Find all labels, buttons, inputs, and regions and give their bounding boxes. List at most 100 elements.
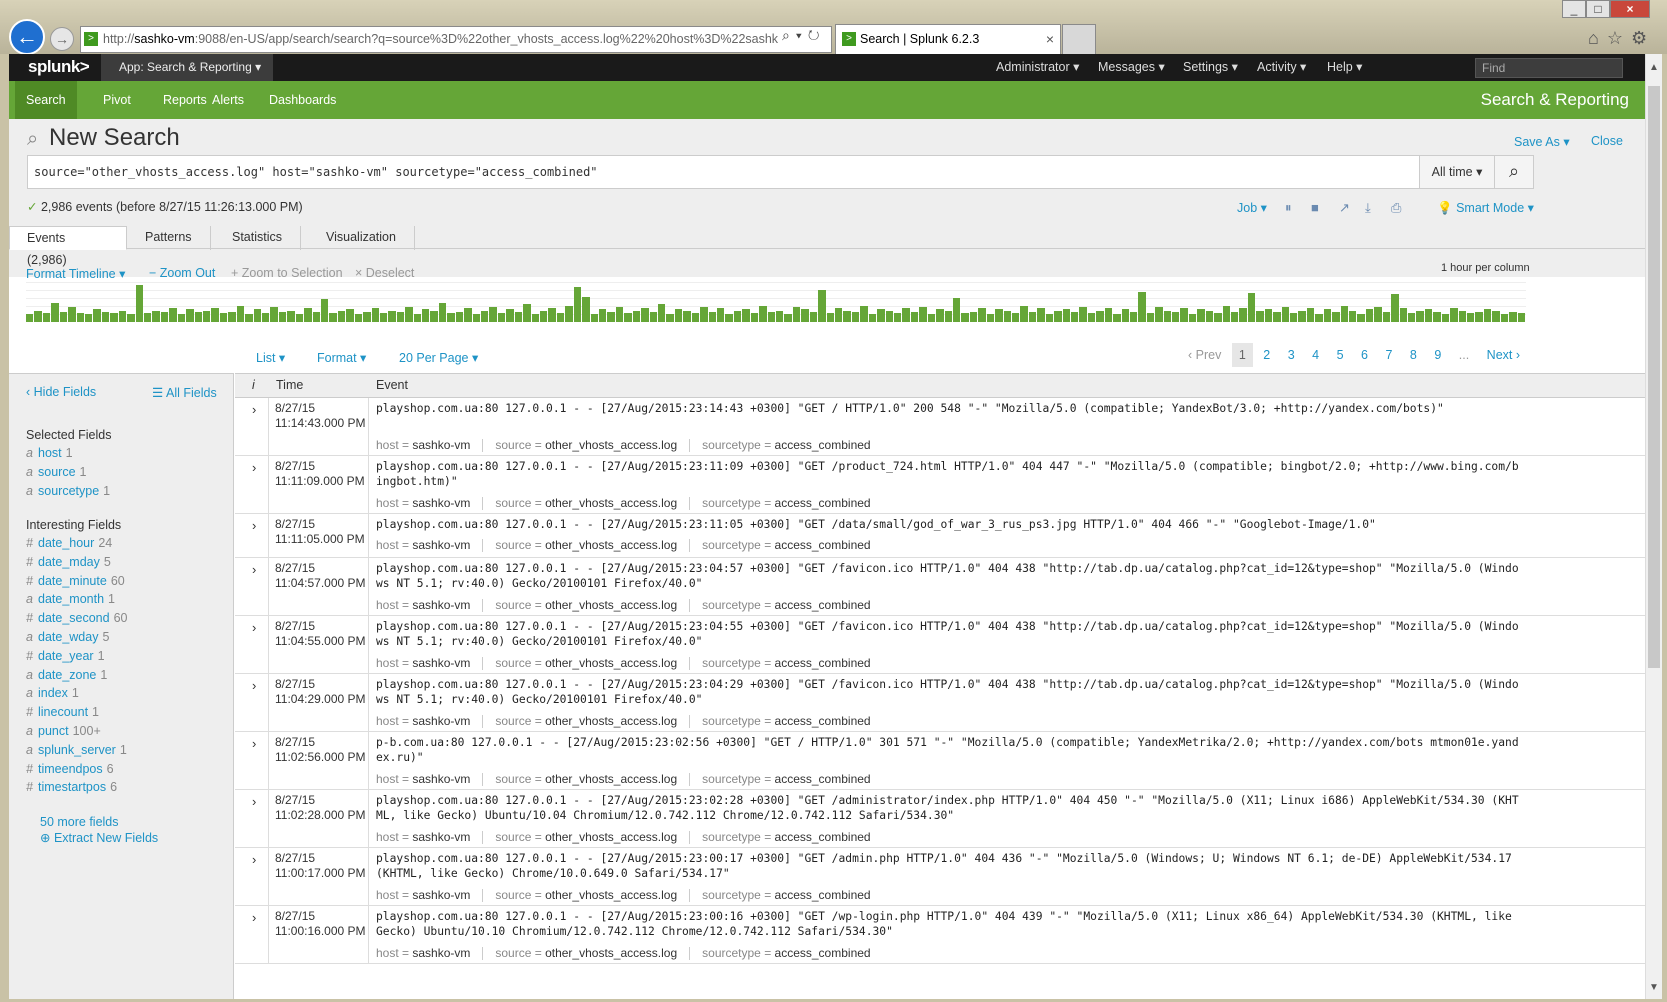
timeline-bar[interactable]: [438, 303, 447, 322]
timeline-bar[interactable]: [1104, 308, 1113, 322]
field-item[interactable]: a index 1: [26, 686, 79, 700]
timeline-bar[interactable]: [236, 305, 245, 322]
field-item[interactable]: a splunk_server 1: [26, 743, 127, 757]
timeline-bar[interactable]: [1146, 313, 1155, 322]
event-raw-text[interactable]: playshop.com.ua:80 127.0.0.1 - - [27/Aug…: [376, 561, 1524, 591]
minimize-icon[interactable]: _: [1562, 0, 1586, 18]
timeline-bar[interactable]: [1408, 313, 1416, 322]
expand-chevron-icon[interactable]: ›: [252, 736, 256, 751]
timeline-bar[interactable]: [194, 311, 202, 322]
timeline-bar[interactable]: [26, 314, 34, 322]
host-value[interactable]: sashko-vm: [412, 830, 470, 844]
timeline-bar[interactable]: [540, 310, 548, 322]
event-raw-text[interactable]: p-b.com.ua:80 127.0.0.1 - - [27/Aug/2015…: [376, 735, 1524, 765]
share-icon[interactable]: ↗: [1339, 200, 1350, 216]
menu-messages[interactable]: Messages ▾: [1098, 54, 1165, 81]
timeline-bar[interactable]: [253, 309, 261, 322]
timeline-bar[interactable]: [219, 313, 228, 322]
timeline-bar[interactable]: [1070, 311, 1079, 322]
field-item[interactable]: # date_second 60: [26, 611, 128, 625]
timeline-bar[interactable]: [1037, 308, 1045, 322]
timeline-bar[interactable]: [1054, 310, 1062, 322]
timeline-bar[interactable]: [725, 314, 733, 322]
field-item[interactable]: a source 1: [26, 465, 86, 479]
export-icon[interactable]: ⤓: [1365, 200, 1371, 216]
field-item[interactable]: # date_hour 24: [26, 536, 112, 550]
timeline-bar[interactable]: [691, 313, 700, 322]
timeline-bar[interactable]: [472, 314, 481, 322]
timeline-bar[interactable]: [118, 310, 127, 322]
prev-page-button[interactable]: ‹ Prev: [1181, 343, 1228, 367]
timeline-bar[interactable]: [784, 314, 792, 322]
timeline-bar[interactable]: [1433, 311, 1441, 322]
scroll-up-icon[interactable]: ▲: [1649, 62, 1659, 73]
nav-search[interactable]: Search: [15, 81, 77, 119]
app-menu[interactable]: App: Search & Reporting ▾: [101, 54, 273, 81]
timeline-bar[interactable]: [1062, 309, 1070, 322]
event-raw-text[interactable]: playshop.com.ua:80 127.0.0.1 - - [27/Aug…: [376, 517, 1524, 532]
timeline-bar[interactable]: [801, 309, 809, 322]
field-item[interactable]: a sourcetype 1: [26, 484, 110, 498]
timeline-bar[interactable]: [548, 308, 556, 322]
timeline-bar[interactable]: [700, 306, 708, 322]
tab-patterns[interactable]: Patterns: [127, 226, 211, 250]
timeline-bar[interactable]: [211, 308, 219, 322]
timeline-bar[interactable]: [169, 308, 177, 322]
timeline-bar[interactable]: [809, 311, 818, 322]
field-item[interactable]: a date_month 1: [26, 592, 115, 606]
timeline-bar[interactable]: [556, 313, 565, 322]
timeline-bar[interactable]: [1349, 310, 1357, 322]
timeline-bar[interactable]: [506, 309, 514, 322]
timeline-bar[interactable]: [742, 309, 750, 322]
nav-dashboards[interactable]: Dashboards: [258, 81, 347, 119]
page-7[interactable]: 7: [1378, 343, 1399, 367]
sourcetype-value[interactable]: access_combined: [775, 496, 871, 510]
timeline-bar[interactable]: [1500, 314, 1509, 322]
timeline-bar[interactable]: [978, 308, 986, 322]
refresh-icon[interactable]: ↻: [808, 27, 826, 43]
page-1[interactable]: 1: [1231, 343, 1253, 367]
source-value[interactable]: other_vhosts_access.log: [545, 598, 677, 612]
timeline-bar[interactable]: [489, 306, 497, 322]
timeline-bar[interactable]: [1096, 310, 1104, 322]
back-arrow-icon[interactable]: ←: [9, 19, 45, 55]
gear-icon[interactable]: ⚙: [1631, 28, 1655, 48]
per-page-menu[interactable]: 20 Per Page ▾: [399, 350, 478, 365]
list-view-menu[interactable]: List ▾: [256, 350, 285, 365]
timeline-bar[interactable]: [1205, 310, 1214, 322]
sourcetype-value[interactable]: access_combined: [775, 656, 871, 670]
browser-tab[interactable]: > Search | Splunk 6.2.3 ×: [835, 24, 1061, 54]
timeline-bar[interactable]: [1079, 306, 1087, 322]
address-tools[interactable]: ⌕▾↻: [778, 27, 830, 44]
timeline-bar[interactable]: [304, 308, 312, 322]
timeline-bar[interactable]: [582, 296, 590, 322]
timeline-bar[interactable]: [750, 313, 759, 322]
timeline-bar[interactable]: [93, 309, 101, 322]
tab-events[interactable]: Events (2,986): [9, 226, 127, 267]
menu-settings[interactable]: Settings ▾: [1183, 54, 1238, 81]
timeline-bar[interactable]: [1450, 308, 1458, 322]
timeline-bar[interactable]: [1247, 292, 1256, 322]
timeline-bar[interactable]: [1281, 306, 1290, 322]
zoom-out-button[interactable]: − Zoom Out: [149, 266, 215, 280]
host-value[interactable]: sashko-vm: [412, 598, 470, 612]
expand-chevron-icon[interactable]: ›: [252, 460, 256, 475]
field-item[interactable]: # linecount 1: [26, 705, 99, 719]
search-icon[interactable]: ⌕: [782, 27, 796, 43]
timeline-bar[interactable]: [1273, 311, 1281, 322]
timeline-bar[interactable]: [84, 314, 93, 322]
timeline-bar[interactable]: [1197, 309, 1205, 322]
menu-activity[interactable]: Activity ▾: [1257, 54, 1306, 81]
timeline-bar[interactable]: [101, 311, 110, 322]
timeline-bar[interactable]: [666, 314, 674, 322]
host-value[interactable]: sashko-vm: [412, 656, 470, 670]
timeline-bar[interactable]: [1011, 313, 1020, 322]
timeline-bar[interactable]: [1483, 309, 1492, 322]
event-raw-text[interactable]: playshop.com.ua:80 127.0.0.1 - - [27/Aug…: [376, 401, 1524, 416]
page-9[interactable]: 9: [1427, 343, 1448, 367]
timeline-bar[interactable]: [110, 313, 118, 322]
page-6[interactable]: 6: [1354, 343, 1375, 367]
host-value[interactable]: sashko-vm: [412, 888, 470, 902]
timeline-bar[interactable]: [430, 310, 438, 322]
expand-chevron-icon[interactable]: ›: [252, 678, 256, 693]
